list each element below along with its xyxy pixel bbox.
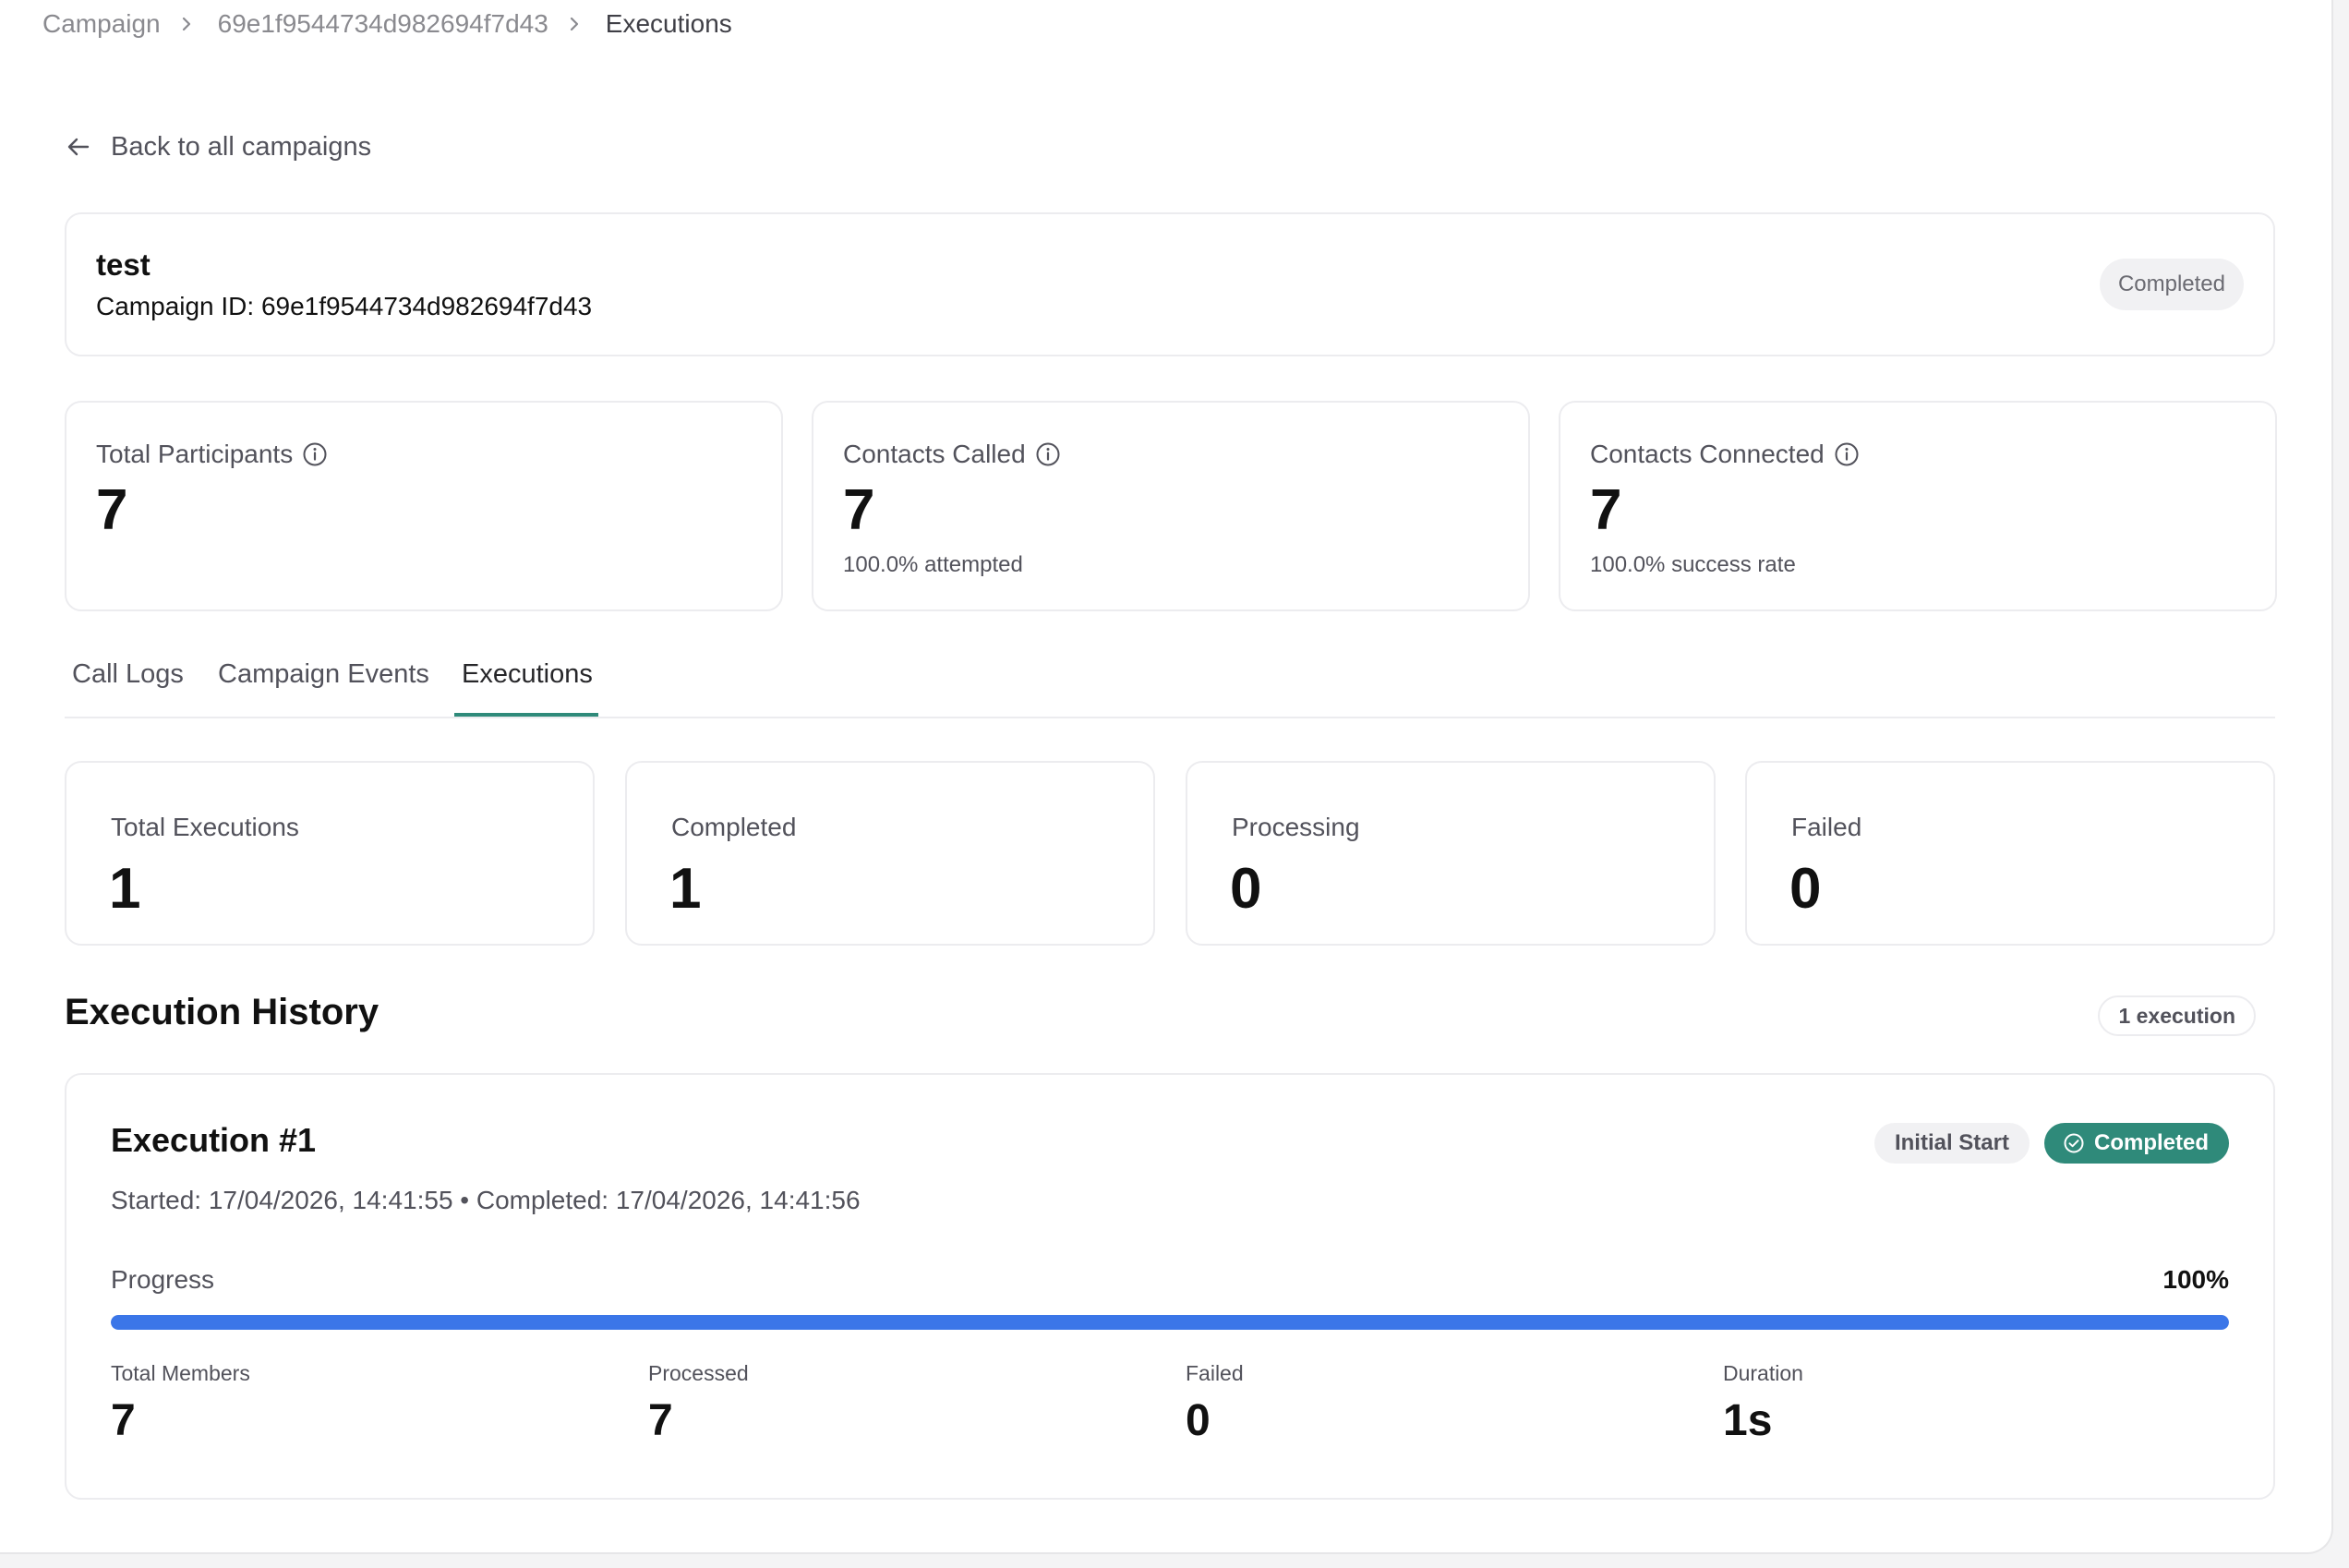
execution-badges: Initial Start Completed: [1873, 1123, 2229, 1164]
metric-label-processed: Processed: [648, 1361, 749, 1385]
metric-value-failed: 0: [1186, 1396, 1211, 1445]
execution-history-title: Execution History: [65, 992, 379, 1032]
breadcrumb-item-campaign-id[interactable]: 69e1f9544734d982694f7d43: [218, 9, 548, 39]
arrow-left-icon: [67, 138, 90, 156]
progress-value: 100%: [2162, 1265, 2229, 1294]
campaign-id: Campaign ID: 69e1f9544734d982694f7d43: [96, 292, 593, 320]
info-icon[interactable]: [302, 441, 328, 467]
exec-stat-total-executions: Total Executions 1: [65, 761, 595, 946]
stat-card-contacts-called: Contacts Called 7 100.0% attempted: [812, 401, 1530, 611]
exec-stat-processing: Processing 0: [1186, 761, 1716, 946]
stat-card-total-participants: Total Participants 7: [65, 401, 783, 611]
metric-label-failed: Failed: [1186, 1361, 1244, 1385]
exec-stat-label: Total Executions: [111, 813, 299, 841]
info-icon[interactable]: [1834, 441, 1860, 467]
metric-value-duration: 1s: [1723, 1396, 1773, 1445]
exec-stat-value: 1: [109, 857, 141, 921]
active-tab-indicator: [454, 713, 598, 717]
stat-value: 7: [843, 478, 875, 542]
execution-status-text: Completed: [2093, 1130, 2209, 1155]
metric-label-duration: Duration: [1723, 1361, 1803, 1385]
exec-stat-completed: Completed 1: [625, 761, 1155, 946]
stat-label: Contacts Connected: [1590, 440, 1860, 469]
tab-bar: Call Logs Campaign Events Executions: [65, 650, 2275, 718]
stat-label: Contacts Called: [843, 440, 1061, 469]
campaign-name: test: [96, 247, 151, 282]
check-circle-icon: [2064, 1133, 2084, 1153]
chevron-right-icon: [565, 15, 584, 33]
info-icon[interactable]: [1035, 441, 1061, 467]
stat-value: 7: [1590, 478, 1622, 542]
exec-stat-label: Completed: [671, 813, 797, 841]
execution-count-badge: 1 execution: [2098, 995, 2256, 1036]
stat-value: 7: [96, 478, 128, 542]
stat-label-text: Total Participants: [96, 440, 294, 468]
exec-stat-label: Processing: [1232, 813, 1360, 841]
breadcrumb-item-campaign[interactable]: Campaign: [42, 9, 161, 39]
campaign-status-badge: Completed: [2099, 259, 2244, 310]
progress-bar: [111, 1315, 2229, 1330]
back-link-label: Back to all campaigns: [111, 131, 372, 162]
page: Campaign 69e1f9544734d982694f7d43 Execut…: [0, 0, 2333, 1554]
back-to-campaigns-link[interactable]: Back to all campaigns: [65, 128, 371, 165]
execution-times: Started: 17/04/2026, 14:41:55 • Complete…: [111, 1186, 861, 1214]
metric-value-total-members: 7: [111, 1396, 136, 1445]
tab-call-logs[interactable]: Call Logs: [72, 659, 184, 690]
stat-label: Total Participants: [96, 440, 328, 469]
execution-status-badge: Completed: [2043, 1123, 2229, 1164]
breadcrumb: Campaign 69e1f9544734d982694f7d43 Execut…: [42, 7, 732, 41]
tab-executions[interactable]: Executions: [462, 659, 593, 690]
metric-label-total-members: Total Members: [111, 1361, 250, 1385]
stat-label-text: Contacts Connected: [1590, 440, 1825, 468]
exec-stat-value: 0: [1230, 857, 1262, 921]
stat-subtext: 100.0% attempted: [843, 552, 1023, 577]
exec-stat-label: Failed: [1791, 813, 1862, 841]
exec-stat-failed: Failed 0: [1745, 761, 2275, 946]
campaign-header-card: test Campaign ID: 69e1f9544734d982694f7d…: [65, 212, 2275, 356]
metric-value-processed: 7: [648, 1396, 673, 1445]
tab-campaign-events[interactable]: Campaign Events: [218, 659, 429, 690]
execution-card: Execution #1 Initial Start Completed Sta…: [65, 1073, 2275, 1500]
chevron-right-icon: [177, 15, 196, 33]
stat-label-text: Contacts Called: [843, 440, 1026, 468]
exec-stat-value: 0: [1789, 857, 1822, 921]
execution-title: Execution #1: [111, 1121, 317, 1159]
stat-subtext: 100.0% success rate: [1590, 552, 1796, 577]
stat-card-contacts-connected: Contacts Connected 7 100.0% success rate: [1559, 401, 2277, 611]
progress-label: Progress: [111, 1265, 215, 1294]
breadcrumb-item-executions: Executions: [605, 9, 732, 38]
progress-bar-fill: [111, 1315, 2229, 1330]
trigger-badge: Initial Start: [1873, 1123, 2030, 1164]
exec-stat-value: 1: [669, 857, 702, 921]
